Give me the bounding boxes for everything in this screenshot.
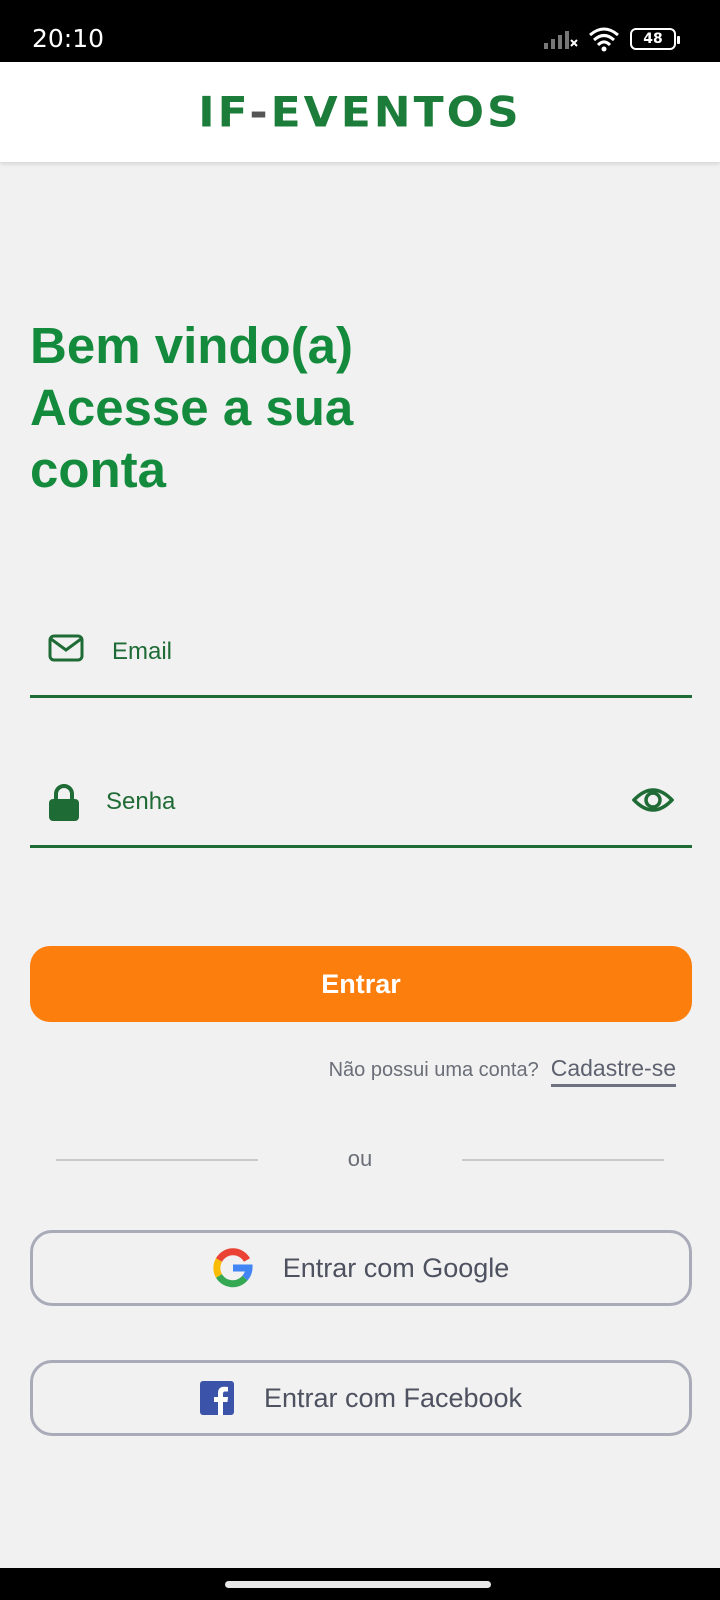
google-icon	[213, 1248, 253, 1288]
battery-level: 48	[643, 31, 663, 47]
wifi-icon	[589, 27, 619, 52]
lock-icon	[49, 784, 79, 821]
mail-icon	[48, 634, 84, 662]
google-login-label: Entrar com Google	[282, 1252, 510, 1283]
app-header: IF-EVENTOS	[0, 62, 720, 162]
signal-icon	[544, 31, 578, 49]
welcome-line-2: Acesse a sua	[30, 379, 354, 436]
password-field[interactable]: Senha	[30, 778, 692, 848]
login-button[interactable]: Entrar	[30, 946, 692, 1022]
welcome-line-1: Bem vindo(a)	[30, 317, 354, 374]
status-icons: 48	[544, 26, 680, 52]
welcome-line-3: conta	[30, 441, 167, 498]
status-bar: 20:10 48	[0, 0, 720, 62]
signup-prompt: Não possui uma conta?	[328, 1059, 539, 1081]
logo-dash: -	[249, 87, 271, 137]
email-placeholder: Email	[112, 638, 173, 665]
facebook-login-label: Entrar com Facebook	[263, 1382, 523, 1413]
navigation-bar	[0, 1568, 720, 1600]
battery-icon: 48	[630, 28, 680, 50]
logo-if: IF	[198, 87, 250, 137]
signup-link[interactable]: Cadastre-se	[550, 1055, 676, 1087]
divider-line-left	[56, 1159, 258, 1161]
facebook-login-button[interactable]: Entrar com Facebook	[30, 1360, 692, 1436]
status-time: 20:10	[32, 24, 105, 53]
divider-line-right	[462, 1159, 664, 1161]
google-login-button[interactable]: Entrar com Google	[30, 1230, 692, 1306]
welcome-heading: Bem vindo(a) Acesse a sua conta	[30, 315, 430, 501]
password-placeholder: Senha	[106, 788, 176, 815]
facebook-icon	[199, 1381, 234, 1415]
divider-text: ou	[347, 1146, 373, 1171]
app-logo: IF-EVENTOS	[198, 88, 521, 136]
email-field[interactable]: Email	[30, 628, 692, 698]
signup-row: Não possui uma conta? Cadastre-se	[329, 1055, 676, 1087]
eye-icon[interactable]	[632, 782, 674, 818]
home-indicator[interactable]	[225, 1581, 491, 1588]
logo-eventos: EVENTOS	[270, 87, 522, 137]
